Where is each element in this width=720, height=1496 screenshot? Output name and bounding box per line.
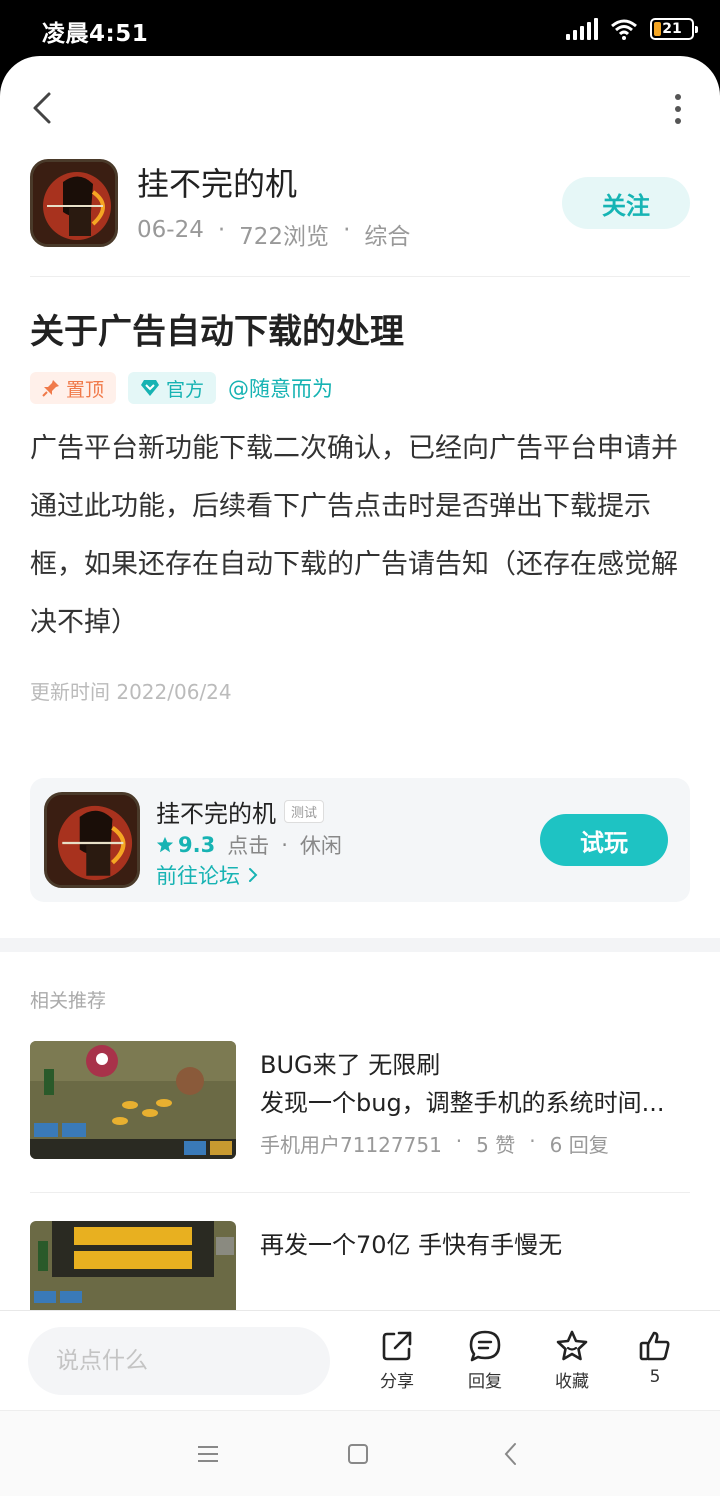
game-genre: 休闲 xyxy=(299,834,342,858)
forum-link-label: 前往论坛 xyxy=(156,864,240,888)
battery-icon: 21 xyxy=(650,18,698,40)
post-body: 广告平台新功能下载二次确认，已经向广告平台申请并通过此功能，后续看下广告点击时是… xyxy=(30,433,678,638)
post-detail-sheet: 挂不完的机 06-24 · 722浏览 · 综合 关注 关于广告自动下载的处理 … xyxy=(0,56,720,1496)
post-tags: 置顶 官方 @随意而为 xyxy=(30,372,333,404)
recommendation-meta: 手机用户71127751 · 5 赞 · 6 回复 xyxy=(260,1129,609,1157)
mention-link[interactable]: @随意而为 xyxy=(228,372,333,404)
square-icon xyxy=(348,1444,368,1464)
game-card[interactable]: 挂不完的机 测试 9.3 点击 · 休闲 前往论坛 试玩 xyxy=(30,778,690,902)
top-nav xyxy=(0,56,720,156)
test-badge: 测试 xyxy=(284,800,325,823)
post-date: 06-24 xyxy=(137,217,204,243)
menu-button[interactable] xyxy=(188,1439,228,1469)
more-dot-icon xyxy=(675,94,681,100)
forum-link[interactable]: 前往论坛 xyxy=(156,860,258,890)
recommendations-title: 相关推荐 xyxy=(30,990,107,1012)
game-name-row: 挂不完的机 测试 xyxy=(156,794,325,829)
author-name[interactable]: 挂不完的机 xyxy=(137,159,297,205)
recommendation-likes: 5 赞 xyxy=(476,1133,516,1157)
recommendation-title: 再发一个70亿 手快有手慢无 xyxy=(260,1231,563,1259)
pinned-tag: 置顶 xyxy=(30,372,117,404)
view-count: 722浏览 xyxy=(239,224,330,250)
game-meta: 9.3 点击 · 休闲 xyxy=(156,830,342,860)
comment-bubble-icon xyxy=(469,1330,501,1362)
more-dot-icon xyxy=(675,106,681,112)
author-avatar[interactable] xyxy=(30,159,118,247)
recommendation-thumbnail xyxy=(30,1041,236,1159)
home-button[interactable] xyxy=(338,1439,378,1469)
divider xyxy=(30,276,690,277)
archer-game-icon xyxy=(47,795,137,885)
update-time: 更新时间 2022/06/24 xyxy=(30,680,232,704)
status-time: 凌晨4:51 xyxy=(42,21,149,47)
post-meta: 06-24 · 722浏览 · 综合 xyxy=(137,217,411,250)
star-icon xyxy=(156,836,174,853)
system-back-button[interactable] xyxy=(490,1439,530,1469)
game-icon xyxy=(44,792,140,888)
share-label: 分享 xyxy=(380,1372,414,1392)
more-dot-icon xyxy=(675,118,681,124)
wifi-icon xyxy=(611,19,637,40)
comment-input[interactable] xyxy=(28,1327,330,1395)
system-navigation-bar xyxy=(0,1410,720,1496)
chevron-right-icon xyxy=(249,868,258,882)
status-bar: 凌晨4:51 21 xyxy=(0,0,720,62)
share-icon xyxy=(382,1331,412,1361)
share-button[interactable]: 分享 xyxy=(367,1329,427,1392)
reply-label: 回复 xyxy=(468,1372,502,1392)
star-outline-icon xyxy=(556,1330,588,1361)
recommendation-author: 手机用户71127751 xyxy=(260,1133,442,1157)
reply-button[interactable]: 回复 xyxy=(455,1329,515,1392)
chevron-left-icon xyxy=(504,1443,516,1465)
section-divider xyxy=(0,938,720,952)
recommendation-replies: 6 回复 xyxy=(549,1133,609,1157)
more-options-button[interactable] xyxy=(672,94,684,124)
signal-icon xyxy=(566,18,598,40)
game-name: 挂不完的机 xyxy=(156,800,276,828)
battery-level: 21 xyxy=(662,21,682,37)
post-title: 关于广告自动下载的处理 xyxy=(30,312,404,352)
author-header: 挂不完的机 06-24 · 722浏览 · 综合 关注 xyxy=(30,159,690,250)
game-screenshot-image xyxy=(30,1041,236,1159)
favorite-label: 收藏 xyxy=(555,1372,589,1392)
recommendation-item[interactable]: BUG来了 无限刷 发现一个bug，调整手机的系统时间... 手机用户71127… xyxy=(30,1041,690,1181)
official-label: 官方 xyxy=(166,378,205,401)
like-count: 5 xyxy=(649,1367,661,1387)
pinned-label: 置顶 xyxy=(66,378,105,401)
thumbs-up-icon xyxy=(639,1331,670,1361)
official-tag: 官方 xyxy=(128,372,217,404)
game-rating: 9.3 xyxy=(156,833,215,857)
rating-value: 9.3 xyxy=(178,833,216,857)
recommendation-desc: 发现一个bug，调整手机的系统时间... xyxy=(260,1089,665,1117)
game-genre: 点击 xyxy=(227,834,270,858)
archer-avatar-icon xyxy=(33,162,115,244)
back-button[interactable] xyxy=(22,86,62,130)
bottom-action-bar: 分享 回复 收藏 5 xyxy=(0,1310,720,1410)
chevron-left-icon xyxy=(33,92,51,124)
divider xyxy=(30,1192,690,1193)
favorite-button[interactable]: 收藏 xyxy=(542,1329,602,1392)
pin-icon xyxy=(42,380,59,397)
recommendation-title: BUG来了 无限刷 xyxy=(260,1051,441,1079)
like-button[interactable]: 5 xyxy=(625,1329,685,1387)
trial-play-button[interactable]: 试玩 xyxy=(540,814,668,866)
hamburger-icon xyxy=(198,1446,218,1462)
follow-button[interactable]: 关注 xyxy=(562,177,690,229)
diamond-icon xyxy=(141,380,160,396)
post-category: 综合 xyxy=(364,224,411,250)
